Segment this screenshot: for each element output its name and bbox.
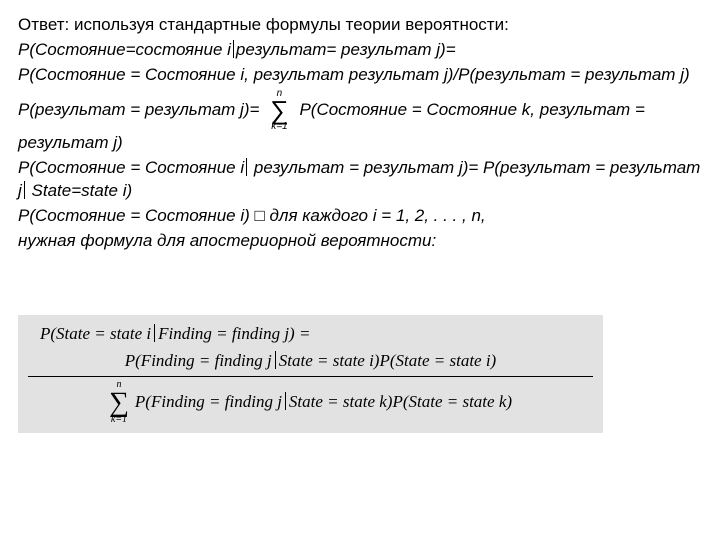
vertical-bar-icon (233, 40, 234, 58)
text-seg: State = state i)P(State = state i) (279, 351, 496, 370)
fraction-denominator: n ∑ k=1 P(Finding = finding j State = sta… (28, 377, 593, 425)
vertical-bar-icon (285, 392, 286, 410)
sum-symbol: ∑ (109, 390, 129, 415)
formula-image-box: P(State = state iFinding = finding j) = … (18, 315, 603, 433)
square-icon: □ (255, 206, 265, 225)
vertical-bar-icon (275, 351, 276, 369)
formula-lhs: P(State = state i Finding = finding j) = (40, 323, 593, 346)
vertical-bar-icon (246, 158, 247, 176)
text-seg: P(Состояние = Состояние i) (18, 206, 255, 225)
sum-lower: k=1 (271, 122, 287, 132)
text-seg: State=state i) (27, 181, 132, 200)
formula-line-7: нужная формула для апостериорной вероятн… (18, 230, 702, 253)
text-seg: P(State = state i (40, 324, 151, 343)
text-seg: Finding = finding j) = (158, 324, 310, 343)
formula-line-5: P(Состояние = Состояние i результат = ре… (18, 157, 702, 203)
formula-line-6: P(Состояние = Состояние i) □ для каждого… (18, 205, 702, 228)
sum-symbol: ∑ (270, 99, 289, 122)
formula-fraction: P(Finding = finding j State = state i)P(S… (28, 350, 593, 425)
text-seg: для каждого i = 1, 2, . . . , n, (265, 206, 486, 225)
answer-heading: Ответ: используя стандартные формулы тео… (18, 14, 702, 37)
sigma-icon: n ∑ k=1 (109, 380, 129, 425)
vertical-bar-icon (154, 324, 155, 342)
text-seg: P(Finding = finding j (125, 351, 272, 370)
text-seg: P(Finding = finding j (135, 392, 282, 411)
sigma-icon: n ∑ k=1 (270, 89, 289, 132)
sum-lower: k=1 (111, 415, 127, 425)
text-seg: P(Состояние=состояние i (18, 40, 231, 59)
text-seg: State = state k)P(State = state k) (289, 392, 512, 411)
vertical-bar-icon (24, 181, 25, 199)
text-seg: результат= результат j)= (236, 40, 456, 59)
formula-line-3: P(Состояние = Состояние i, результат рез… (18, 64, 702, 87)
text-seg: P(результат = результат j)= (18, 100, 264, 119)
formula-line-4: P(результат = результат j)= n ∑ k=1 P(Со… (18, 89, 702, 155)
formula-line-2: P(Состояние=состояние i результат= резуль… (18, 39, 702, 62)
text-seg: P(Состояние = Состояние i (18, 158, 244, 177)
fraction-numerator: P(Finding = finding j State = state i)P(S… (56, 350, 565, 376)
